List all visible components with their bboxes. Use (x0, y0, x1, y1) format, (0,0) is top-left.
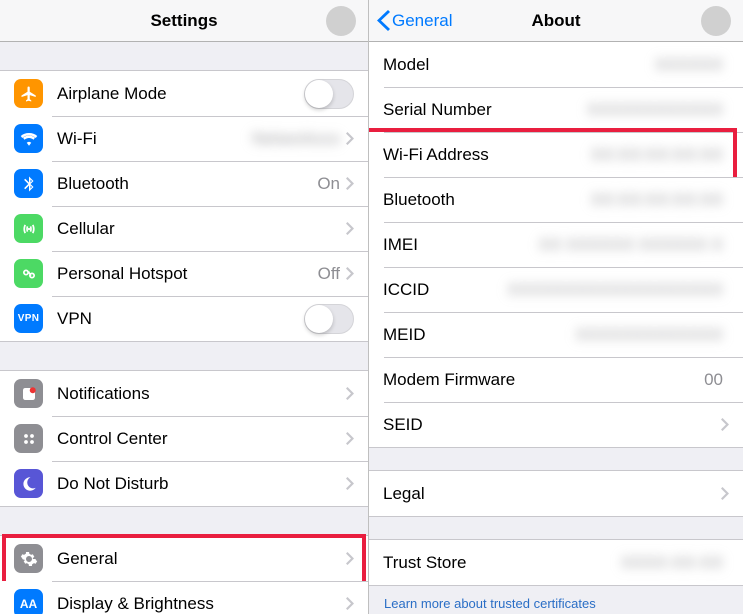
hotspot-value: Off (318, 264, 340, 284)
chevron-right-icon (346, 267, 354, 280)
chevron-right-icon (346, 552, 354, 565)
row-display[interactable]: AA Display & Brightness (0, 581, 368, 614)
model-value: XXXXXX (655, 55, 723, 75)
row-serial[interactable]: Serial Number XXXXXXXXXXXX (369, 87, 743, 132)
row-meid[interactable]: MEID XXXXXXXXXXXXX (369, 312, 743, 357)
iccid-value: XXXXXXXXXXXXXXXXXXX (508, 280, 723, 300)
wifi-value: Networkxxx (252, 129, 340, 149)
bluetooth-value: On (317, 174, 340, 194)
about-title: About (531, 11, 580, 31)
row-iccid[interactable]: ICCID XXXXXXXXXXXXXXXXXXX (369, 267, 743, 312)
vpn-toggle[interactable] (304, 304, 354, 334)
row-vpn[interactable]: VPN VPN (0, 296, 368, 341)
hotspot-label: Personal Hotspot (57, 264, 318, 284)
row-dnd[interactable]: Do Not Disturb (0, 461, 368, 506)
row-wifi-address[interactable]: Wi-Fi Address XX:XX:XX:XX:XX (369, 132, 743, 177)
chevron-right-icon (346, 222, 354, 235)
vpn-icon: VPN (14, 304, 43, 333)
model-label: Model (383, 55, 655, 75)
row-airplane-mode[interactable]: Airplane Mode (0, 71, 368, 116)
hotspot-icon (14, 259, 43, 288)
row-modem[interactable]: Modem Firmware 00 (369, 357, 743, 402)
row-bluetooth[interactable]: Bluetooth On (0, 161, 368, 206)
general-label: General (57, 549, 346, 569)
row-wifi[interactable]: Wi-Fi Networkxxx (0, 116, 368, 161)
imei-label: IMEI (383, 235, 539, 255)
about-pane: General About Model XXXXXX Serial Number… (369, 0, 743, 614)
chevron-right-icon (721, 418, 729, 431)
bt-about-value: XX:XX:XX:XX:XX (591, 190, 723, 210)
imei-value: XX XXXXXX XXXXXX X (539, 235, 723, 255)
gear-icon (14, 544, 43, 573)
bluetooth-icon (14, 169, 43, 198)
serial-label: Serial Number (383, 100, 587, 120)
back-label: General (392, 11, 452, 31)
legal-label: Legal (383, 484, 721, 504)
row-notifications[interactable]: Notifications (0, 371, 368, 416)
cellular-label: Cellular (57, 219, 346, 239)
wifi-address-label: Wi-Fi Address (383, 145, 591, 165)
back-button[interactable]: General (377, 0, 452, 41)
trust-store-label: Trust Store (383, 553, 621, 573)
settings-title: Settings (150, 11, 217, 31)
bt-about-label: Bluetooth (383, 190, 591, 210)
row-model[interactable]: Model XXXXXX (369, 42, 743, 87)
row-bt-about[interactable]: Bluetooth XX:XX:XX:XX:XX (369, 177, 743, 222)
control-center-icon (14, 424, 43, 453)
cellular-icon (14, 214, 43, 243)
about-group-main: Model XXXXXX Serial Number XXXXXXXXXXXX … (369, 42, 743, 448)
about-header: General About (369, 0, 743, 42)
row-legal[interactable]: Legal (369, 471, 743, 516)
modem-label: Modem Firmware (383, 370, 704, 390)
settings-group-general: General AA Display & Brightness (0, 535, 368, 614)
airplane-icon (14, 79, 43, 108)
row-trust-store[interactable]: Trust Store XXXX-XX-XX (369, 540, 743, 585)
chevron-right-icon (346, 432, 354, 445)
dnd-label: Do Not Disturb (57, 474, 346, 494)
serial-value: XXXXXXXXXXXX (587, 100, 723, 120)
chevron-right-icon (346, 177, 354, 190)
wifi-icon (14, 124, 43, 153)
chevron-right-icon (346, 597, 354, 610)
display-label: Display & Brightness (57, 594, 346, 614)
airplane-label: Airplane Mode (57, 84, 304, 104)
moon-icon (14, 469, 43, 498)
row-control-center[interactable]: Control Center (0, 416, 368, 461)
control-center-label: Control Center (57, 429, 346, 449)
settings-header: Settings (0, 0, 368, 42)
chevron-right-icon (721, 487, 729, 500)
notifications-icon (14, 379, 43, 408)
top-dot-icon (326, 6, 356, 36)
trust-store-value: XXXX-XX-XX (621, 553, 723, 573)
meid-value: XXXXXXXXXXXXX (576, 325, 723, 345)
airplane-toggle[interactable] (304, 79, 354, 109)
meid-label: MEID (383, 325, 576, 345)
bluetooth-label: Bluetooth (57, 174, 317, 194)
row-general[interactable]: General (0, 536, 368, 581)
seid-label: SEID (383, 415, 721, 435)
row-imei[interactable]: IMEI XX XXXXXX XXXXXX X (369, 222, 743, 267)
row-seid[interactable]: SEID (369, 402, 743, 447)
notifications-label: Notifications (57, 384, 346, 404)
wifi-label: Wi-Fi (57, 129, 252, 149)
row-cellular[interactable]: Cellular (0, 206, 368, 251)
about-group-legal: Legal (369, 470, 743, 517)
display-icon: AA (14, 589, 43, 614)
chevron-right-icon (346, 387, 354, 400)
row-hotspot[interactable]: Personal Hotspot Off (0, 251, 368, 296)
vpn-label: VPN (57, 309, 304, 329)
modem-value: 00 (704, 370, 723, 390)
top-dot-icon (701, 6, 731, 36)
chevron-right-icon (346, 132, 354, 145)
settings-pane: Settings Airplane Mode Wi-Fi Networkxxx … (0, 0, 369, 614)
settings-group-notify: Notifications Control Center Do Not Dist… (0, 370, 368, 507)
chevron-right-icon (346, 477, 354, 490)
trust-learn-more-link[interactable]: Learn more about trusted certificates (369, 586, 743, 614)
about-group-trust: Trust Store XXXX-XX-XX (369, 539, 743, 586)
settings-group-network: Airplane Mode Wi-Fi Networkxxx Bluetooth… (0, 70, 368, 342)
wifi-address-value: XX:XX:XX:XX:XX (591, 145, 723, 165)
iccid-label: ICCID (383, 280, 508, 300)
